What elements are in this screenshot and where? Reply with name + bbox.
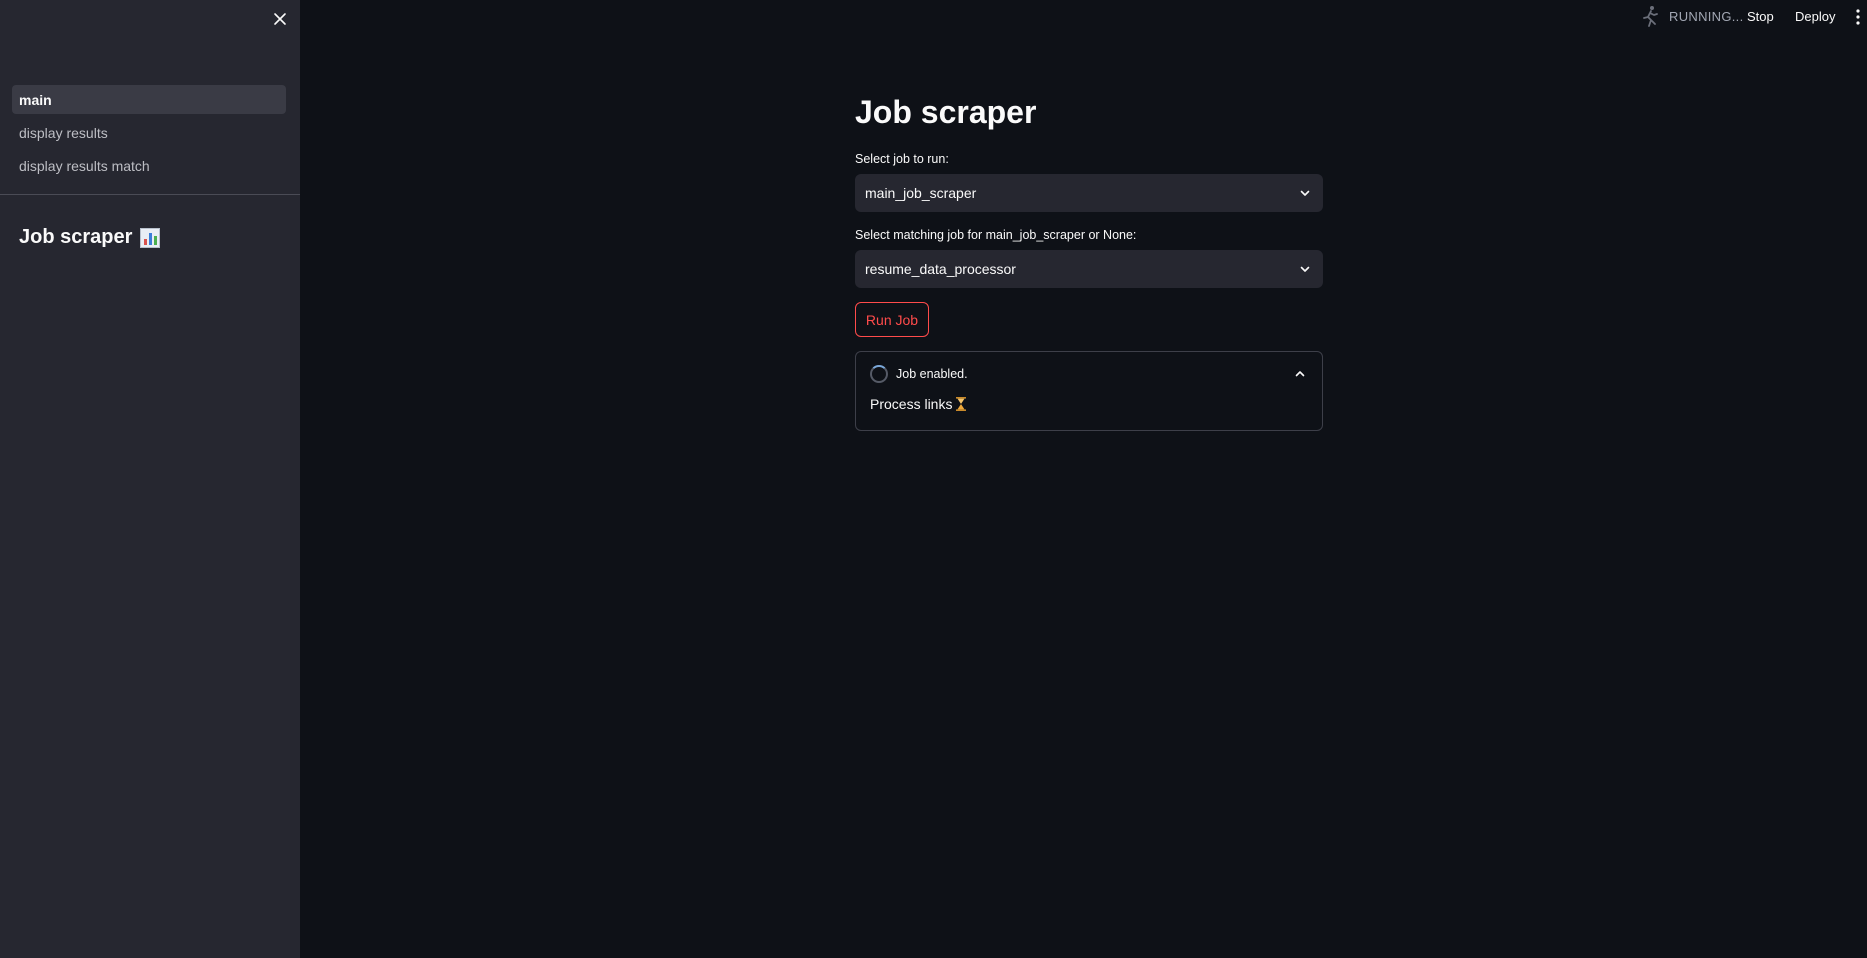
match-select-label: Select matching job for main_job_scraper…	[855, 228, 1137, 242]
sidebar-divider	[0, 194, 300, 195]
run-job-button[interactable]: Run Job	[855, 302, 929, 337]
job-select[interactable]: main_job_scraper	[855, 174, 1323, 212]
status-body: Process links	[870, 396, 967, 412]
status-expander-header[interactable]: Job enabled.	[870, 364, 1308, 384]
match-select[interactable]: resume_data_processor	[855, 250, 1323, 288]
close-sidebar-icon[interactable]	[269, 8, 291, 30]
sidebar-item-display-results-match[interactable]: display results match	[12, 151, 286, 180]
sidebar: main display results display results mat…	[0, 0, 300, 958]
spinner-icon	[870, 365, 888, 383]
hourglass-icon	[956, 397, 967, 411]
sidebar-item-display-results[interactable]: display results	[12, 118, 286, 147]
sidebar-item-label: display results match	[19, 157, 150, 174]
stop-button[interactable]: Stop	[1747, 9, 1774, 24]
chevron-down-icon	[1300, 190, 1310, 196]
status-expander: Job enabled. Process links	[855, 351, 1323, 431]
sidebar-item-label: display results	[19, 124, 108, 141]
job-select-value: main_job_scraper	[865, 185, 977, 201]
sidebar-title-text: Job scraper	[19, 226, 133, 248]
chevron-up-icon[interactable]	[1294, 368, 1306, 380]
sidebar-nav: main display results display results mat…	[12, 85, 286, 184]
sidebar-item-main[interactable]: main	[12, 85, 286, 114]
running-status: RUNNING...	[1669, 9, 1744, 24]
deploy-button[interactable]: Deploy	[1795, 9, 1835, 24]
match-select-value: resume_data_processor	[865, 261, 1016, 277]
status-label: Job enabled.	[896, 367, 968, 381]
job-select-label: Select job to run:	[855, 152, 949, 166]
chevron-down-icon	[1300, 266, 1310, 272]
page-title: Job scraper	[855, 94, 1037, 130]
bar-chart-icon	[140, 227, 161, 248]
sidebar-item-label: main	[19, 91, 52, 108]
status-body-text: Process links	[870, 396, 953, 412]
running-man-icon	[1643, 6, 1658, 27]
more-vertical-icon[interactable]	[1853, 8, 1863, 26]
sidebar-title: Job scraper	[19, 226, 161, 249]
